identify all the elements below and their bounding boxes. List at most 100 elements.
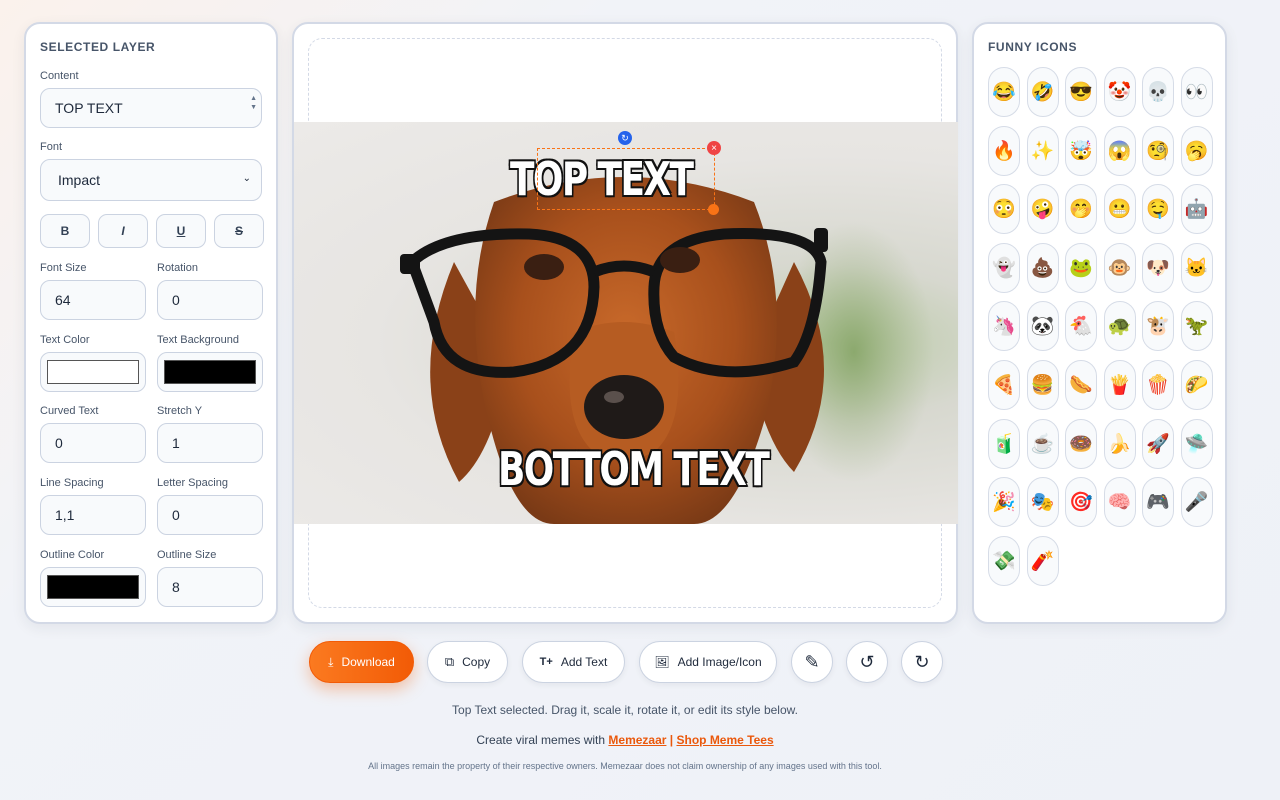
emoji-icon-button[interactable]: 🍕 [988, 360, 1020, 410]
strikethrough-button[interactable]: S [214, 214, 264, 248]
italic-button[interactable]: I [98, 214, 148, 248]
emoji-icon-button[interactable]: 🤤 [1142, 184, 1174, 235]
emoji-icon-button[interactable]: 🥱 [1180, 125, 1213, 176]
add-image-button[interactable]: 🖼 Add Image/Icon [639, 641, 777, 683]
meme-image[interactable]: TOP TEXT BOTTOM TEXT ↻ × [294, 122, 958, 524]
draw-button[interactable]: ✎ [791, 641, 833, 683]
emoji-icon-button[interactable]: 🍌 [1103, 418, 1136, 469]
emoji-icon-button[interactable]: 😬 [1103, 184, 1136, 235]
content-input[interactable]: TOP TEXT ▲ ▼ [40, 88, 262, 128]
emoji-icon-button[interactable]: 💀 [1142, 67, 1174, 117]
emoji-icon-button[interactable]: 🤭 [1065, 184, 1097, 235]
emoji-icon-button[interactable]: 🤣 [1026, 67, 1059, 117]
emoji-icon-button[interactable]: 🐸 [1065, 242, 1097, 293]
emoji-icon-button[interactable]: 🤯 [1065, 125, 1097, 176]
emoji-icon-button[interactable]: 🧨 [1026, 535, 1059, 586]
emoji-icon-button[interactable]: 🍟 [1103, 360, 1136, 410]
resize-handle-icon[interactable]: ▲ ▼ [250, 95, 257, 111]
scale-handle-icon[interactable] [708, 204, 719, 215]
text-color-swatch [47, 360, 139, 384]
redo-icon: ↻ [914, 651, 930, 672]
emoji-icon-button[interactable]: 🎮 [1142, 477, 1174, 528]
emoji-icon-button[interactable]: 💸 [988, 535, 1020, 586]
emoji-icon-button[interactable]: ☕ [1026, 418, 1059, 469]
emoji-icon-button[interactable]: 🎤 [1180, 477, 1213, 528]
line-spacing-input[interactable]: 1,1 [40, 495, 146, 535]
emoji-icon-button[interactable]: 🚀 [1142, 418, 1174, 469]
shop-meme-tees-link[interactable]: Shop Meme Tees [676, 733, 773, 747]
add-text-button[interactable]: T+ Add Text [522, 641, 625, 683]
outline-color-picker[interactable] [40, 567, 146, 607]
download-button[interactable]: ⤓ Download [309, 641, 414, 683]
selection-box[interactable] [537, 148, 715, 210]
promo-prefix: Create viral memes with [476, 733, 606, 747]
emoji-icon-button[interactable]: 🦄 [988, 301, 1020, 352]
emoji-icon-button[interactable]: 🤖 [1180, 184, 1213, 235]
emoji-icon-button[interactable]: 🤡 [1103, 67, 1136, 117]
emoji-icon-button[interactable]: 🐶 [1142, 242, 1174, 293]
emoji-icon-button[interactable]: 🌮 [1180, 360, 1213, 410]
curved-text-input[interactable]: 0 [40, 423, 146, 463]
selected-layer-panel: SELECTED LAYER Content TOP TEXT ▲ ▼ Font … [24, 22, 278, 624]
outline-size-input[interactable]: 8 [157, 567, 263, 607]
emoji-icon-button[interactable]: 🔥 [988, 125, 1020, 176]
memezaar-link[interactable]: Memezaar [608, 733, 666, 747]
emoji-icon-button[interactable]: 🍩 [1065, 418, 1097, 469]
undo-button[interactable]: ↺ [846, 641, 888, 683]
font-size-input[interactable]: 64 [40, 280, 146, 320]
status-text: Top Text selected. Drag it, scale it, ro… [452, 703, 798, 717]
emoji-icon-button[interactable]: 🎉 [988, 477, 1020, 528]
text-color-label: Text Color [40, 334, 90, 346]
download-icon: ⤓ [328, 654, 334, 669]
pen-icon: ✎ [804, 651, 820, 672]
text-color-picker[interactable] [40, 352, 146, 392]
stretch-y-input[interactable]: 1 [157, 423, 263, 463]
emoji-icon-button[interactable]: 💩 [1026, 242, 1059, 293]
emoji-icon-button[interactable]: 🧠 [1103, 477, 1136, 528]
text-background-label: Text Background [157, 334, 239, 346]
font-select[interactable]: Impact ⌄ [40, 159, 262, 201]
emoji-icon-button[interactable]: 🌭 [1065, 360, 1097, 410]
emoji-icon-button[interactable]: 👻 [988, 242, 1020, 293]
stretch-y-label: Stretch Y [157, 405, 203, 417]
chevron-down-icon: ⌄ [242, 173, 251, 184]
bottom-text-layer[interactable]: BOTTOM TEXT [497, 441, 771, 498]
emoji-icon-button[interactable]: 🐔 [1065, 301, 1097, 352]
emoji-icon-button[interactable]: 🧐 [1142, 125, 1174, 176]
emoji-icon-button[interactable]: 😂 [988, 67, 1020, 117]
emoji-icon-button[interactable]: 🦖 [1180, 301, 1213, 352]
emoji-icon-button[interactable]: 😳 [988, 184, 1020, 235]
panel-title: FUNNY ICONS [988, 40, 1078, 54]
emoji-icon-button[interactable]: 🎭 [1026, 477, 1059, 528]
emoji-icon-button[interactable]: 🐮 [1142, 301, 1174, 352]
font-value: Impact [58, 172, 101, 188]
underline-button[interactable]: U [156, 214, 206, 248]
copy-button[interactable]: ⧉ Copy [427, 641, 508, 683]
delete-layer-icon[interactable]: × [707, 141, 721, 155]
emoji-icon-button[interactable]: 🎯 [1065, 477, 1097, 528]
bold-button[interactable]: B [40, 214, 90, 248]
emoji-icon-button[interactable]: 🐱 [1180, 242, 1213, 293]
emoji-icon-button[interactable]: 🧃 [988, 418, 1020, 469]
letter-spacing-input[interactable]: 0 [157, 495, 263, 535]
emoji-icon-button[interactable]: 😎 [1065, 67, 1097, 117]
rotation-input[interactable]: 0 [157, 280, 263, 320]
emoji-icon-button[interactable]: 👀 [1180, 67, 1213, 117]
emoji-icon-button[interactable]: 🐢 [1103, 301, 1136, 352]
emoji-icon-button[interactable]: 🐵 [1103, 242, 1136, 293]
emoji-icon-button[interactable]: 🛸 [1180, 418, 1213, 469]
outline-size-label: Outline Size [157, 549, 217, 561]
copy-label: Copy [462, 655, 491, 669]
emoji-icon-button[interactable]: 😱 [1103, 125, 1136, 176]
emoji-icon-button[interactable]: 🍿 [1142, 360, 1174, 410]
promo-separator: | [669, 733, 674, 747]
rotate-handle-icon[interactable]: ↻ [618, 131, 632, 145]
text-background-picker[interactable] [157, 352, 263, 392]
emoji-icon-button[interactable]: 🐼 [1026, 301, 1059, 352]
emoji-icon-button[interactable]: 🍔 [1026, 360, 1059, 410]
emoji-icon-button[interactable]: ✨ [1026, 125, 1059, 176]
font-size-label: Font Size [40, 262, 87, 274]
emoji-icon-button[interactable]: 🤪 [1026, 184, 1059, 235]
funny-icons-panel: FUNNY ICONS 😂 🤣 😎 🤡 💀 👀 🔥 ✨ 🤯 😱 🧐 🥱 😳 🤪 🤭 😬 🤤 🤖 👻 💩 🐸 🐵 🐶 🐱 🦄 🐼 🐔 🐢… [972, 22, 1227, 624]
redo-button[interactable]: ↻ [901, 641, 943, 683]
